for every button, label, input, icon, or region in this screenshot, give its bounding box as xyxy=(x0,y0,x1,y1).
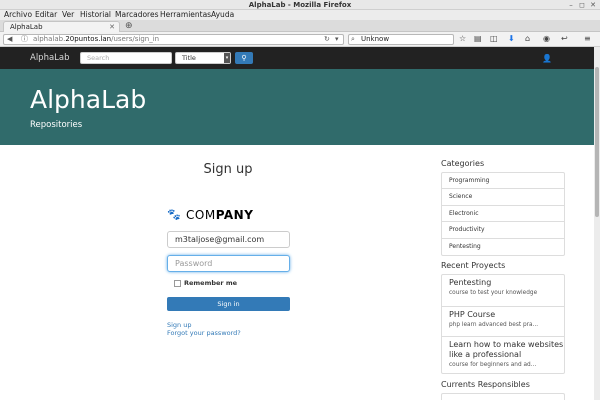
site-brand[interactable]: AlphaLab xyxy=(30,47,70,69)
window-title: AlphaLab - Mozilla Firefox xyxy=(248,1,352,9)
signin-button[interactable]: Sign in xyxy=(167,297,290,311)
project-item[interactable]: Learn how to make websites like a profes… xyxy=(442,336,564,373)
hero-subtitle: Repositories xyxy=(30,120,83,130)
category-item[interactable]: Science xyxy=(442,189,564,206)
search-button[interactable]: ⚲ xyxy=(235,52,253,64)
tab-label: AlphaLab xyxy=(10,23,43,31)
url-host: 20puntos.lan xyxy=(65,35,112,43)
history-icon[interactable]: ↩ xyxy=(561,34,568,44)
home-icon[interactable]: ⌂ xyxy=(525,34,530,44)
project-desc: course to test your knowledge xyxy=(449,290,538,296)
site-search-input[interactable]: Search xyxy=(80,52,172,64)
scrollbar-thumb[interactable] xyxy=(595,67,599,217)
pocket-icon[interactable]: ◫ xyxy=(490,34,498,44)
site-navbar: AlphaLab Search Title ▾ ⚲ 👤 xyxy=(0,47,594,69)
window-titlebar: AlphaLab - Mozilla Firefox – ◻ ✕ xyxy=(0,0,600,10)
paw-icon: 🐾 xyxy=(167,208,181,221)
reload-icon[interactable]: ↻ xyxy=(324,35,330,44)
menubar: Archivo Editar Ver Historial Marcadores … xyxy=(0,10,600,20)
responsibles-list xyxy=(441,393,565,400)
hero-banner: AlphaLab Repositories xyxy=(0,69,594,145)
menu-ver[interactable]: Ver xyxy=(62,10,74,20)
category-item[interactable]: Productivity xyxy=(442,222,564,239)
search-bar[interactable]: ⌕ Unknow xyxy=(348,34,454,45)
menu-ayuda[interactable]: Ayuda xyxy=(211,10,234,20)
info-icon[interactable]: ⓘ xyxy=(21,35,28,44)
page-scrollbar[interactable] xyxy=(594,47,600,400)
category-item[interactable]: Electronic xyxy=(442,206,564,223)
maximize-icon[interactable]: ◻ xyxy=(578,1,586,9)
tab-close-icon[interactable]: ✕ xyxy=(109,22,115,32)
url-prefix: alphalab. xyxy=(33,35,66,43)
select-value: Title xyxy=(182,54,196,62)
download-icon[interactable]: ⬇ xyxy=(508,34,515,44)
menu-marcadores[interactable]: Marcadores xyxy=(115,10,159,20)
menu-editar[interactable]: Editar xyxy=(35,10,57,20)
menu-archivo[interactable]: Archivo xyxy=(4,10,32,20)
new-tab-icon[interactable]: ⊕ xyxy=(125,21,133,31)
tab-alphalab[interactable]: AlphaLab ✕ xyxy=(3,21,120,32)
select-caret-icon: ▾ xyxy=(224,53,230,63)
search-icon: ⌕ xyxy=(351,35,355,43)
forgot-password-link[interactable]: Forgot your password? xyxy=(167,329,241,338)
reader-icon[interactable]: ▤ xyxy=(474,34,482,44)
project-desc: php learn advanced best pra... xyxy=(449,322,539,328)
projects-title: Recent Proyects xyxy=(441,261,506,270)
minimize-icon[interactable]: – xyxy=(567,1,575,9)
dropdown-icon[interactable]: ▾ xyxy=(335,35,339,44)
project-desc: course for beginners and ad... xyxy=(449,362,537,368)
project-title: Learn how to make websites like a profes… xyxy=(449,340,564,359)
url-path: /users/sign_in xyxy=(111,35,160,43)
logo-text-light: COM xyxy=(186,208,216,222)
logo-text: COMPANY xyxy=(186,208,253,222)
search-value: Unknow xyxy=(361,35,390,43)
password-field[interactable]: Password xyxy=(167,255,290,272)
signup-title: Sign up xyxy=(203,162,253,177)
back-icon[interactable]: ◀ xyxy=(7,35,12,44)
responsibles-title: Currents Responsibles xyxy=(441,380,530,389)
project-title: PHP Course xyxy=(449,310,496,319)
url-text[interactable]: alphalab.20puntos.lan/users/sign_in xyxy=(33,35,159,44)
project-item[interactable]: PHP Course php learn advanced best pra..… xyxy=(442,306,564,336)
category-item[interactable]: Programming xyxy=(442,173,564,190)
project-item[interactable]: Pentesting course to test your knowledge xyxy=(442,278,564,306)
remember-label: Remember me xyxy=(184,279,238,287)
menu-herramientas[interactable]: Herramientas xyxy=(160,10,211,20)
logo-text-bold: PANY xyxy=(215,208,254,222)
project-title: Pentesting xyxy=(449,278,492,287)
bookmark-star-icon[interactable]: ☆ xyxy=(459,34,466,44)
hero-title: AlphaLab xyxy=(30,85,147,114)
tab-strip: AlphaLab ✕ ⊕ xyxy=(0,20,600,32)
remember-checkbox[interactable] xyxy=(174,280,181,287)
menu-hamburger-icon[interactable]: ≡ xyxy=(584,34,591,44)
categories-title: Categories xyxy=(441,159,485,168)
menu-historial[interactable]: Historial xyxy=(80,10,111,20)
url-bar[interactable]: ◀ ⓘ alphalab.20puntos.lan/users/sign_in … xyxy=(3,34,344,45)
search-field-select[interactable]: Title ▾ xyxy=(175,52,231,64)
email-field[interactable]: m3taljose@gmail.com xyxy=(167,231,290,248)
category-item[interactable]: Pentesting xyxy=(442,239,564,255)
projects-list: Pentesting course to test your knowledge… xyxy=(441,274,565,374)
categories-list: Programming Science Electronic Productiv… xyxy=(441,172,565,256)
user-icon[interactable]: 👤 xyxy=(541,53,553,64)
sync-icon[interactable]: ◉ xyxy=(543,34,550,44)
search-button-icon: ⚲ xyxy=(241,54,247,62)
close-icon[interactable]: ✕ xyxy=(589,1,597,9)
